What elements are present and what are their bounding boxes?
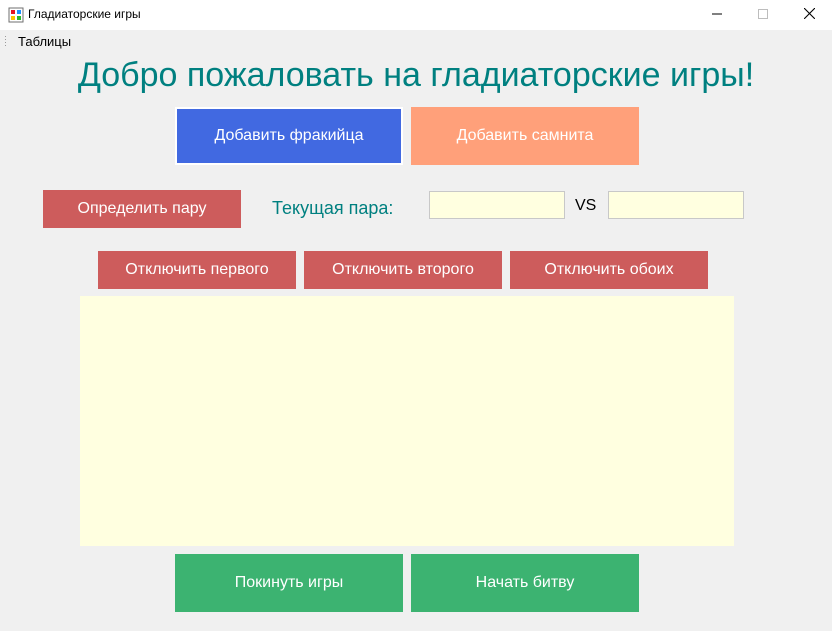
add-samnite-button[interactable]: Добавить самнита	[411, 107, 639, 165]
page-title: Добро пожаловать на гладиаторские игры!	[77, 56, 755, 94]
maximize-button[interactable]	[740, 0, 786, 30]
determine-pair-button[interactable]: Определить пару	[43, 190, 241, 228]
vs-label: VS	[575, 197, 597, 214]
start-battle-button[interactable]: Начать битву	[411, 554, 639, 612]
close-icon	[803, 6, 815, 24]
app-icon	[8, 7, 24, 23]
disable-second-button[interactable]: Отключить второго	[304, 251, 502, 289]
menu-bar: Таблицы	[0, 30, 832, 52]
disable-both-button[interactable]: Отключить обоих	[510, 251, 708, 289]
menu-item-tables[interactable]: Таблицы	[18, 34, 71, 49]
close-button[interactable]	[786, 0, 832, 30]
disable-first-button[interactable]: Отключить первого	[98, 251, 296, 289]
fighter-two-field[interactable]	[608, 191, 744, 219]
window-title: Гладиаторские игры	[28, 7, 141, 21]
battle-log[interactable]	[80, 296, 734, 546]
minimize-icon	[712, 6, 722, 24]
leave-games-button[interactable]: Покинуть игры	[175, 554, 403, 612]
minimize-button[interactable]	[694, 0, 740, 30]
current-pair-label: Текущая пара:	[272, 198, 394, 218]
maximize-icon	[758, 6, 768, 24]
title-bar: Гладиаторские игры	[0, 0, 832, 30]
add-thracian-button[interactable]: Добавить фракийца	[175, 107, 403, 165]
grip-icon	[4, 35, 7, 49]
fighter-one-field[interactable]	[429, 191, 565, 219]
